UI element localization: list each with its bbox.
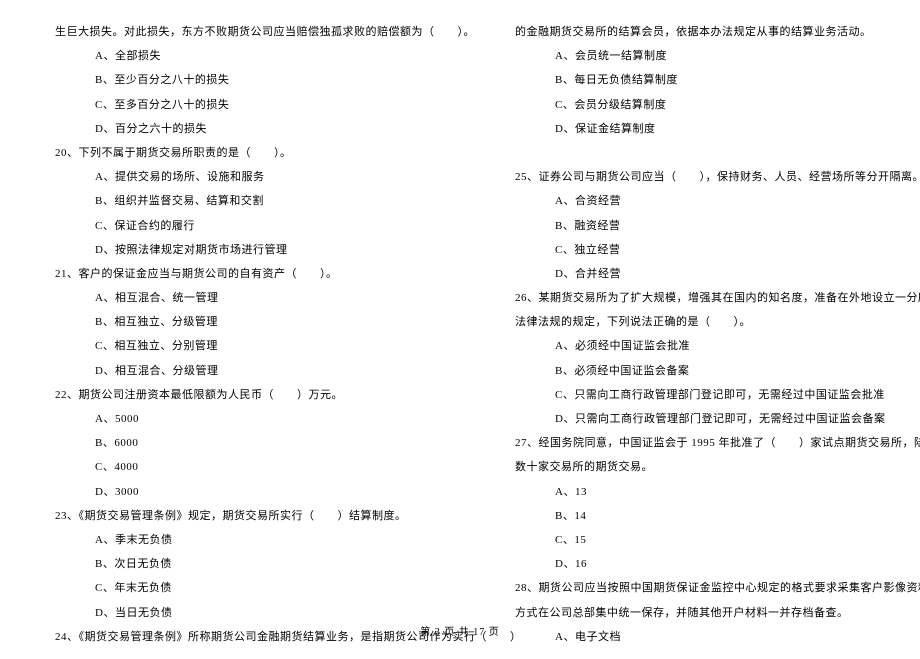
q23-text: 23、《期货交易管理条例》规定，期货交易所实行（ ）结算制度。 [55,504,425,528]
q20-option-a: A、提供交易的场所、设施和服务 [55,165,425,189]
q23-option-a: A、季末无负债 [55,528,425,552]
page-footer: 第 3 页 共 17 页 [0,623,920,638]
q22-option-a: A、5000 [55,407,425,431]
q21-option-a: A、相互混合、统一管理 [55,286,425,310]
q19-option-b: B、至少百分之八十的损失 [55,68,425,92]
q20-option-c: C、保证合约的履行 [55,214,425,238]
q22-text: 22、期货公司注册资本最低限额为人民币（ ）万元。 [55,383,425,407]
q25-option-d: D、合并经营 [515,262,885,286]
q24-option-b: B、每日无负债结算制度 [515,68,885,92]
q20-text: 20、下列不属于期货交易所职责的是（ ）。 [55,141,425,165]
page-content: 生巨大损失。对此损失，东方不败期货公司应当赔偿独孤求败的赔偿额为（ ）。 A、全… [0,0,920,659]
q24-option-a: A、会员统一结算制度 [515,44,885,68]
q21-option-d: D、相互混合、分级管理 [55,359,425,383]
q26-option-c: C、只需向工商行政管理部门登记即可，无需经过中国证监会批准 [515,383,885,407]
q21-option-c: C、相互独立、分别管理 [55,334,425,358]
q25-option-c: C、独立经营 [515,238,885,262]
q22-option-d: D、3000 [55,480,425,504]
q26-line1: 26、某期货交易所为了扩大规模，增强其在国内的知名度，准备在外地设立一分所，根据… [515,286,885,310]
q24-option-c: C、会员分级结算制度 [515,93,885,117]
q27-line1: 27、经国务院同意，中国证监会于 1995 年批准了（ ）家试点期货交易所，陆续… [515,431,885,455]
q20-option-b: B、组织并监督交易、结算和交割 [55,189,425,213]
q28-line2: 方式在公司总部集中统一保存，并随其他开户材料一并存档备查。 [515,601,885,625]
q27-option-a: A、13 [515,480,885,504]
q25-text: 25、证券公司与期货公司应当（ ），保持财务、人员、经营场所等分开隔离。 [515,165,885,189]
q20-option-d: D、按照法律规定对期货市场进行管理 [55,238,425,262]
q19-option-c: C、至多百分之八十的损失 [55,93,425,117]
q23-option-d: D、当日无负债 [55,601,425,625]
q23-option-c: C、年末无负债 [55,576,425,600]
q25-option-a: A、合资经营 [515,189,885,213]
q21-option-b: B、相互独立、分级管理 [55,310,425,334]
q23-option-b: B、次日无负债 [55,552,425,576]
q24-continuation: 的金融期货交易所的结算会员，依据本办法规定从事的结算业务活动。 [515,20,885,44]
q24-option-d: D、保证金结算制度 [515,117,885,141]
q21-text: 21、客户的保证金应当与期货公司的自有资产（ ）。 [55,262,425,286]
q26-line2: 法律法规的规定，下列说法正确的是（ ）。 [515,310,885,334]
q19-option-a: A、全部损失 [55,44,425,68]
q27-line2: 数十家交易所的期货交易。 [515,455,885,479]
q27-option-b: B、14 [515,504,885,528]
spacer [515,141,885,165]
q28-line1: 28、期货公司应当按照中国期货保证金监控中心规定的格式要求采集客户影像资料，以（… [515,576,885,600]
q19-option-d: D、百分之六十的损失 [55,117,425,141]
left-column: 生巨大损失。对此损失，东方不败期货公司应当赔偿独孤求败的赔偿额为（ ）。 A、全… [55,20,425,649]
q26-option-d: D、只需向工商行政管理部门登记即可，无需经过中国证监会备案 [515,407,885,431]
right-column: 的金融期货交易所的结算会员，依据本办法规定从事的结算业务活动。 A、会员统一结算… [515,20,885,649]
q25-option-b: B、融资经营 [515,214,885,238]
q27-option-c: C、15 [515,528,885,552]
q22-option-b: B、6000 [55,431,425,455]
q19-continuation: 生巨大损失。对此损失，东方不败期货公司应当赔偿独孤求败的赔偿额为（ ）。 [55,20,425,44]
q26-option-a: A、必须经中国证监会批准 [515,334,885,358]
q26-option-b: B、必须经中国证监会备案 [515,359,885,383]
q22-option-c: C、4000 [55,455,425,479]
q27-option-d: D、16 [515,552,885,576]
